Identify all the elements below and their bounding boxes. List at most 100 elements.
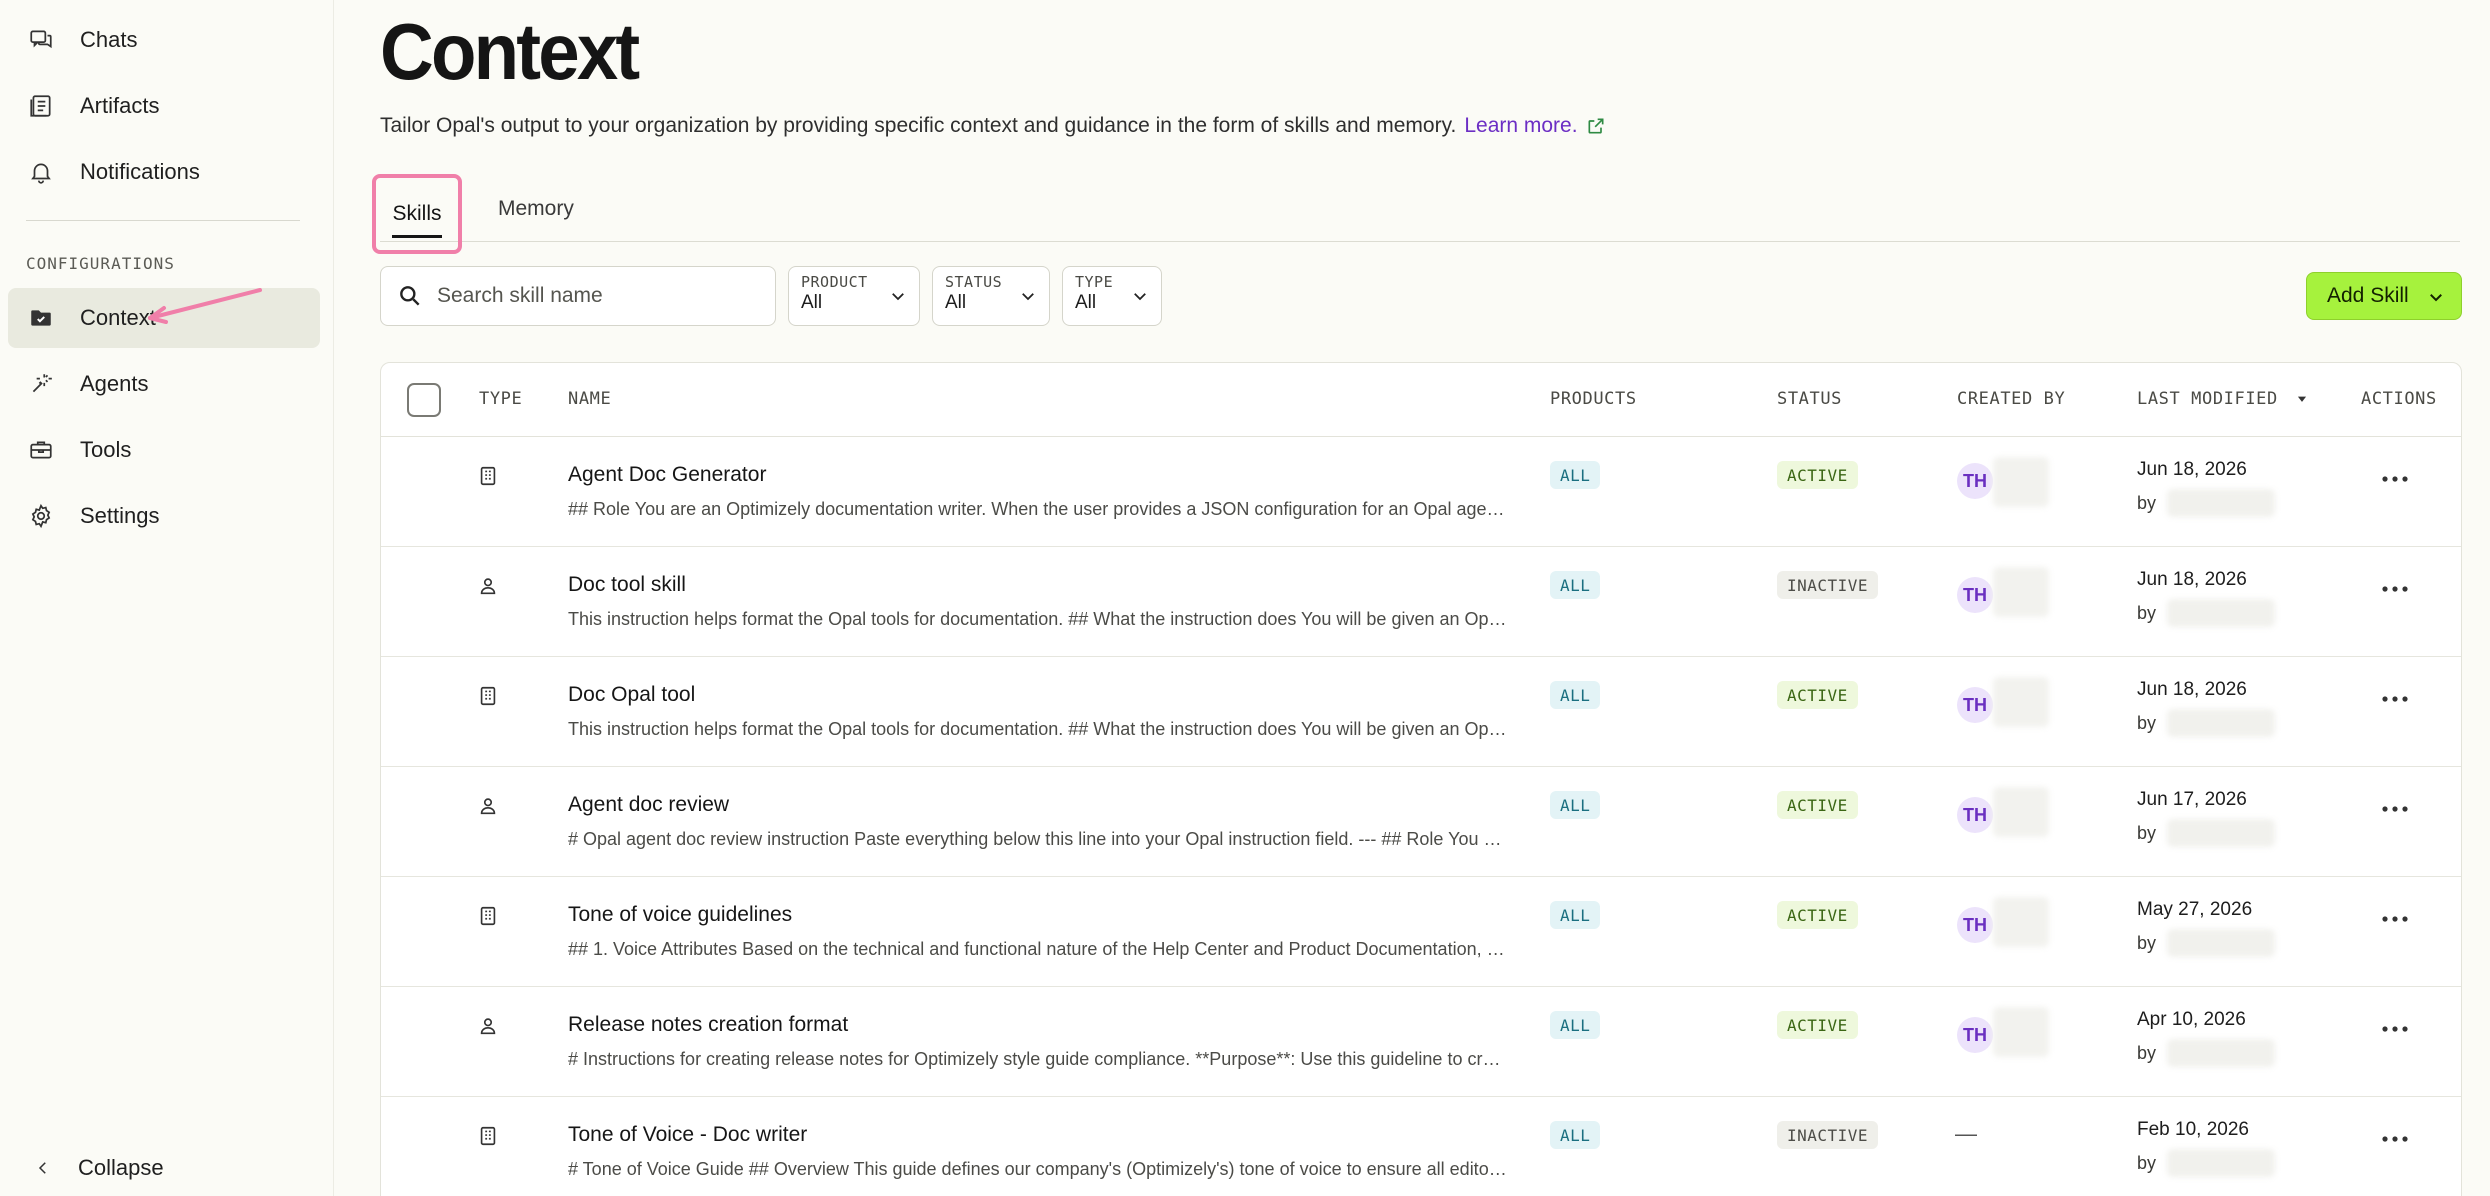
skill-name[interactable]: Doc tool skill xyxy=(568,573,686,597)
building-icon xyxy=(480,1126,496,1146)
building-icon xyxy=(480,686,496,706)
column-header-last-modified[interactable]: LAST MODIFIED xyxy=(2137,389,2309,409)
more-horizontal-icon xyxy=(2382,1026,2408,1032)
skill-description: This instruction helps format the Opal t… xyxy=(568,719,1508,739)
search-box xyxy=(380,266,776,326)
sidebar-item-artifacts[interactable]: Artifacts xyxy=(8,76,320,136)
sort-desc-icon xyxy=(2297,396,2306,402)
chevron-down-icon xyxy=(1134,293,1146,301)
status-badge: ACTIVE xyxy=(1777,461,1858,489)
avatar: TH xyxy=(1957,1017,1993,1053)
modified-by-label: by xyxy=(2137,493,2157,513)
products-badge: ALL xyxy=(1550,461,1601,489)
table-row[interactable]: Doc Opal tool This instruction helps for… xyxy=(381,657,2461,767)
add-skill-button[interactable]: Add Skill xyxy=(2306,272,2462,320)
type-filter[interactable]: TYPE All xyxy=(1062,266,1162,326)
row-actions-button[interactable] xyxy=(2375,577,2415,601)
redacted-name xyxy=(1993,897,2049,947)
user-icon xyxy=(480,798,496,815)
search-input[interactable] xyxy=(437,284,757,308)
user-icon xyxy=(480,1018,496,1035)
avatar: TH xyxy=(1957,463,1993,499)
skill-name[interactable]: Doc Opal tool xyxy=(568,683,695,707)
skill-name[interactable]: Release notes creation format xyxy=(568,1013,848,1037)
column-header-type: TYPE xyxy=(479,389,523,409)
page-subtitle: Tailor Opal's output to your organizatio… xyxy=(380,114,1606,138)
add-skill-label: Add Skill xyxy=(2327,284,2409,307)
row-actions-button[interactable] xyxy=(2375,1017,2415,1041)
table-row[interactable]: Agent Doc Generator ## Role You are an O… xyxy=(381,437,2461,547)
skill-name[interactable]: Agent doc review xyxy=(568,793,729,817)
redacted-name xyxy=(1993,1007,2049,1057)
sidebar-item-label: Artifacts xyxy=(80,93,160,118)
redacted-modifier xyxy=(2167,1149,2275,1177)
gear-icon xyxy=(26,501,56,531)
sidebar-item-notifications[interactable]: Notifications xyxy=(8,142,320,202)
products-badge: ALL xyxy=(1550,791,1601,819)
modified-date: Jun 18, 2026 xyxy=(2137,569,2247,590)
redacted-modifier xyxy=(2167,599,2275,627)
sidebar-divider xyxy=(26,220,300,221)
products-badge: ALL xyxy=(1550,1121,1601,1149)
folder-check-icon xyxy=(26,303,56,333)
sidebar-item-label: Chats xyxy=(80,27,138,52)
pointer-arrow-annotation xyxy=(148,288,262,324)
column-header-created-by: CREATED BY xyxy=(1957,389,2066,409)
skill-name[interactable]: Agent Doc Generator xyxy=(568,463,766,487)
column-header-actions: ACTIONS xyxy=(2361,389,2437,409)
status-badge: ACTIVE xyxy=(1777,1011,1858,1039)
bell-icon xyxy=(26,157,56,187)
products-badge: ALL xyxy=(1550,901,1601,929)
status-badge: ACTIVE xyxy=(1777,681,1858,709)
row-actions-button[interactable] xyxy=(2375,1127,2415,1151)
chevron-left-icon xyxy=(38,1162,46,1174)
search-icon xyxy=(400,286,420,306)
more-horizontal-icon xyxy=(2382,696,2408,702)
modified-date: Jun 18, 2026 xyxy=(2137,459,2247,480)
tab-label: Memory xyxy=(498,197,574,220)
modified-date: Apr 10, 2026 xyxy=(2137,1009,2246,1030)
sidebar-item-label: Notifications xyxy=(80,159,200,184)
sidebar-item-chats[interactable]: Chats xyxy=(8,10,320,70)
active-tab-indicator xyxy=(392,235,442,238)
table-row[interactable]: Tone of Voice - Doc writer # Tone of Voi… xyxy=(381,1097,2461,1196)
redacted-modifier xyxy=(2167,709,2275,737)
chevron-down-icon xyxy=(892,293,904,301)
more-horizontal-icon xyxy=(2382,916,2408,922)
table-row[interactable]: Agent doc review # Opal agent doc review… xyxy=(381,767,2461,877)
products-badge: ALL xyxy=(1550,1011,1601,1039)
status-badge: INACTIVE xyxy=(1777,571,1879,599)
row-actions-button[interactable] xyxy=(2375,687,2415,711)
table-row[interactable]: Release notes creation format # Instruct… xyxy=(381,987,2461,1097)
modified-date: May 27, 2026 xyxy=(2137,899,2253,920)
modified-by-label: by xyxy=(2137,1043,2157,1063)
select-all-checkbox[interactable] xyxy=(407,383,441,417)
skill-name[interactable]: Tone of Voice - Doc writer xyxy=(568,1123,807,1147)
row-actions-button[interactable] xyxy=(2375,797,2415,821)
chat-icon xyxy=(26,25,56,55)
redacted-modifier xyxy=(2167,929,2275,957)
learn-more-link[interactable]: Learn more. xyxy=(1464,114,1577,138)
table-row[interactable]: Doc tool skill This instruction helps fo… xyxy=(381,547,2461,657)
page-title: Context xyxy=(380,7,640,96)
sidebar-item-agents[interactable]: Agents xyxy=(8,354,320,414)
status-filter[interactable]: STATUS All xyxy=(932,266,1050,326)
tab-memory[interactable]: Memory xyxy=(498,176,574,242)
column-header-name: NAME xyxy=(568,389,612,409)
sidebar-item-tools[interactable]: Tools xyxy=(8,420,320,480)
table-row[interactable]: Tone of voice guidelines ## 1. Voice Att… xyxy=(381,877,2461,987)
status-badge: ACTIVE xyxy=(1777,901,1858,929)
skill-description: # Instructions for creating release note… xyxy=(568,1049,1508,1069)
row-actions-button[interactable] xyxy=(2375,467,2415,491)
row-actions-button[interactable] xyxy=(2375,907,2415,931)
status-badge: ACTIVE xyxy=(1777,791,1858,819)
collapse-button[interactable]: Collapse xyxy=(8,1140,320,1196)
column-header-products: PRODUCTS xyxy=(1550,389,1637,409)
tab-skills[interactable]: Skills xyxy=(372,174,462,254)
toolbox-icon xyxy=(26,435,56,465)
product-filter[interactable]: PRODUCT All xyxy=(788,266,920,326)
sparkle-icon xyxy=(26,369,56,399)
skill-name[interactable]: Tone of voice guidelines xyxy=(568,903,792,927)
section-label: CONFIGURATIONS xyxy=(26,254,175,273)
sidebar-item-settings[interactable]: Settings xyxy=(8,486,320,546)
